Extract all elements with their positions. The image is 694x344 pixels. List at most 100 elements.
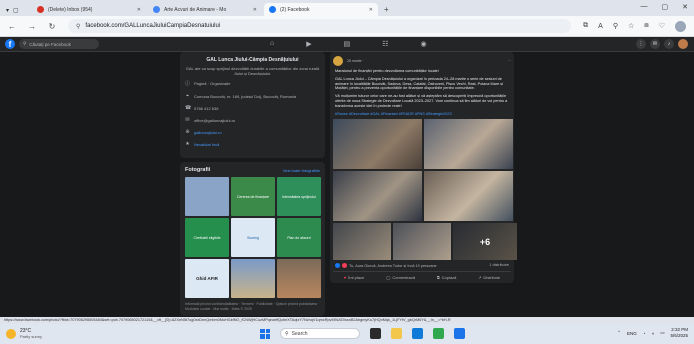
post-photo[interactable] — [333, 171, 422, 222]
weather-desc: Partly sunny — [20, 334, 43, 339]
messenger-icon[interactable]: ✉ — [650, 39, 660, 49]
facebook-search-input[interactable]: ⚲ Căutați pe Facebook — [19, 39, 99, 49]
edge-icon[interactable] — [412, 328, 423, 339]
website-link[interactable]: galluncajiului.ro — [194, 130, 222, 135]
phone-icon: ☎ — [185, 105, 192, 111]
share-button[interactable]: ↗ Distribuie — [478, 275, 500, 280]
post-actions: ♥ Îmi place ◯ Comentează ⧉ Copiază ↗ Distrib… — [333, 272, 511, 280]
tab-gmail[interactable]: (Delete) Inbox (954) ✕ — [32, 3, 146, 16]
address-toolbar: ← → ↻ ⚲ facebook.com/GALLuncaJiuluiCampi… — [0, 16, 694, 37]
wifi-icon[interactable]: ◔ — [643, 331, 646, 336]
comment-button[interactable]: ◯ Comentează — [386, 275, 415, 280]
menu-icon[interactable]: ⋮ — [636, 39, 646, 49]
post-date[interactable]: 28 martie · — [347, 59, 364, 63]
photo-tile[interactable] — [277, 259, 321, 298]
post-photo[interactable] — [424, 119, 513, 170]
close-icon[interactable]: ✕ — [253, 7, 257, 13]
clock[interactable]: 2:32 PM 5/6/2025 — [670, 327, 688, 339]
close-icon[interactable]: ✕ — [137, 7, 141, 13]
post-photo[interactable] — [333, 223, 391, 261]
post-photo-row: +6 — [333, 223, 517, 261]
rating-link[interactable]: Nevalidat încă — [194, 142, 219, 147]
facebook-logo[interactable]: f — [5, 39, 15, 49]
copy-button[interactable]: ⧉ Copiază — [437, 275, 457, 280]
address-bar[interactable]: ⚲ facebook.com/GALLuncaJiuluiCampiaDesna… — [68, 19, 572, 33]
close-icon[interactable]: ✕ — [369, 7, 373, 13]
maximize-icon[interactable]: ▢ — [662, 3, 669, 11]
task-view-icon[interactable] — [370, 328, 381, 339]
video-icon[interactable]: ▶ — [306, 40, 311, 48]
photo-tile[interactable]: Ghid AFIR — [185, 259, 229, 298]
file-explorer-icon[interactable] — [391, 328, 402, 339]
photos-grid: Cererea de finanțare Intensitatea spriji… — [185, 177, 321, 298]
extensions-icon[interactable]: ⧈ — [644, 22, 648, 30]
photo-tile[interactable]: Scoring — [231, 218, 275, 257]
search-icon: ⚲ — [285, 330, 289, 337]
photos-card: Fotografii Vezi toate fotografiile Cerer… — [180, 162, 325, 316]
back-icon[interactable]: ← — [8, 22, 16, 31]
post-photo[interactable]: +6 — [453, 223, 517, 261]
reader-icon[interactable]: ⧉ — [583, 22, 588, 30]
photo-tile[interactable]: Intensitatea sprijinului — [277, 177, 321, 216]
photo-tile[interactable] — [185, 177, 229, 216]
sidebar-toggle-icon[interactable]: ▢ — [13, 7, 19, 14]
photos-title: Fotografii — [185, 167, 211, 173]
reactions-summary[interactable]: Tu, Aura Giurcă, Andreea Tudor și încă 1… — [335, 263, 437, 269]
more-options-icon[interactable]: ⋯ — [508, 59, 512, 63]
page-avatar[interactable] — [333, 56, 343, 66]
taskbar-search-input[interactable]: ⚲ Search — [280, 328, 360, 339]
info-address: ⌖ Comuna Bucovăț, nr. 169, județul Dolj,… — [185, 93, 320, 99]
post-photo[interactable] — [333, 119, 422, 170]
notifications-icon[interactable]: ♪ — [664, 39, 674, 49]
translate-icon[interactable]: A — [598, 23, 603, 30]
info-website: ⊕ galluncajiului.ro — [185, 129, 320, 135]
facebook-nav: ⌂ ▶ ▤ ☷ ◉ — [270, 40, 427, 48]
home-icon[interactable]: ⌂ — [270, 40, 274, 48]
forward-icon[interactable]: → — [28, 22, 36, 31]
close-window-icon[interactable]: ✕ — [682, 3, 688, 11]
shares-count[interactable]: 1 distribuire — [489, 263, 509, 268]
chrome-icon[interactable] — [454, 328, 465, 339]
facebook-account-controls: ⋮ ✉ ♪ — [636, 39, 688, 49]
zoom-icon[interactable]: ⚲ — [613, 22, 618, 30]
store-icon[interactable] — [433, 328, 444, 339]
email-icon: ✉ — [185, 117, 190, 123]
site-info-icon[interactable]: ⚲ — [76, 23, 80, 30]
see-all-photos-link[interactable]: Vezi toate fotografiile — [283, 168, 320, 173]
taskbar: 23°C Partly sunny ⚲ Search ⌃ ENG ◔ ◖ ▭ 2… — [0, 324, 694, 344]
tab-list-icon[interactable]: ▾ — [6, 7, 9, 14]
share-icon: ↗ — [478, 275, 482, 281]
minimize-icon[interactable]: — — [641, 3, 648, 11]
post-photo[interactable] — [424, 171, 513, 222]
browser-actions: ⧉ A ⚲ ☆ ⧈ ♡ — [583, 20, 686, 32]
photo-tile[interactable] — [231, 259, 275, 298]
favorites-icon[interactable]: ♡ — [659, 22, 665, 30]
tab-article[interactable]: Arte Acvuri de Animare - Mo ✕ — [148, 3, 262, 16]
more-photos-overlay[interactable]: +6 — [453, 223, 517, 261]
post-photo[interactable] — [393, 223, 451, 261]
phone-text: 0766 412 636 — [194, 105, 219, 111]
groups-icon[interactable]: ☷ — [382, 40, 388, 48]
tray-chevron-icon[interactable]: ⌃ — [617, 330, 621, 336]
info-email: ✉ office@galluncajiului.ro — [185, 117, 320, 123]
like-icon: ♥ — [343, 275, 347, 281]
windows-start-icon[interactable] — [260, 328, 270, 339]
language-indicator[interactable]: ENG — [627, 331, 637, 336]
volume-icon[interactable]: ◖ — [651, 331, 654, 336]
photo-tile[interactable]: Cheltuieli eligibile — [185, 218, 229, 257]
account-avatar[interactable] — [678, 39, 688, 49]
photo-tile[interactable]: Plan de afaceri — [277, 218, 321, 257]
photo-tile[interactable]: Cererea de finanțare — [231, 177, 275, 216]
battery-icon[interactable]: ▭ — [660, 330, 664, 336]
profile-avatar[interactable] — [675, 20, 686, 32]
favorite-star-icon[interactable]: ☆ — [628, 22, 634, 30]
post-header: 28 martie · ⋯ — [333, 56, 511, 66]
reload-icon[interactable]: ↻ — [48, 22, 56, 31]
weather-widget[interactable]: 23°C Partly sunny — [6, 329, 42, 339]
like-button[interactable]: ♥ Îmi place — [344, 275, 364, 280]
new-tab-button[interactable]: + — [384, 3, 389, 16]
tab-facebook[interactable]: (2) Facebook ✕ — [264, 3, 378, 16]
gaming-icon[interactable]: ◉ — [421, 40, 427, 48]
post-hashtags[interactable]: #Sanse #Dezvoltare #GAL #Finantari #FEAD… — [335, 112, 509, 117]
marketplace-icon[interactable]: ▤ — [344, 40, 351, 48]
